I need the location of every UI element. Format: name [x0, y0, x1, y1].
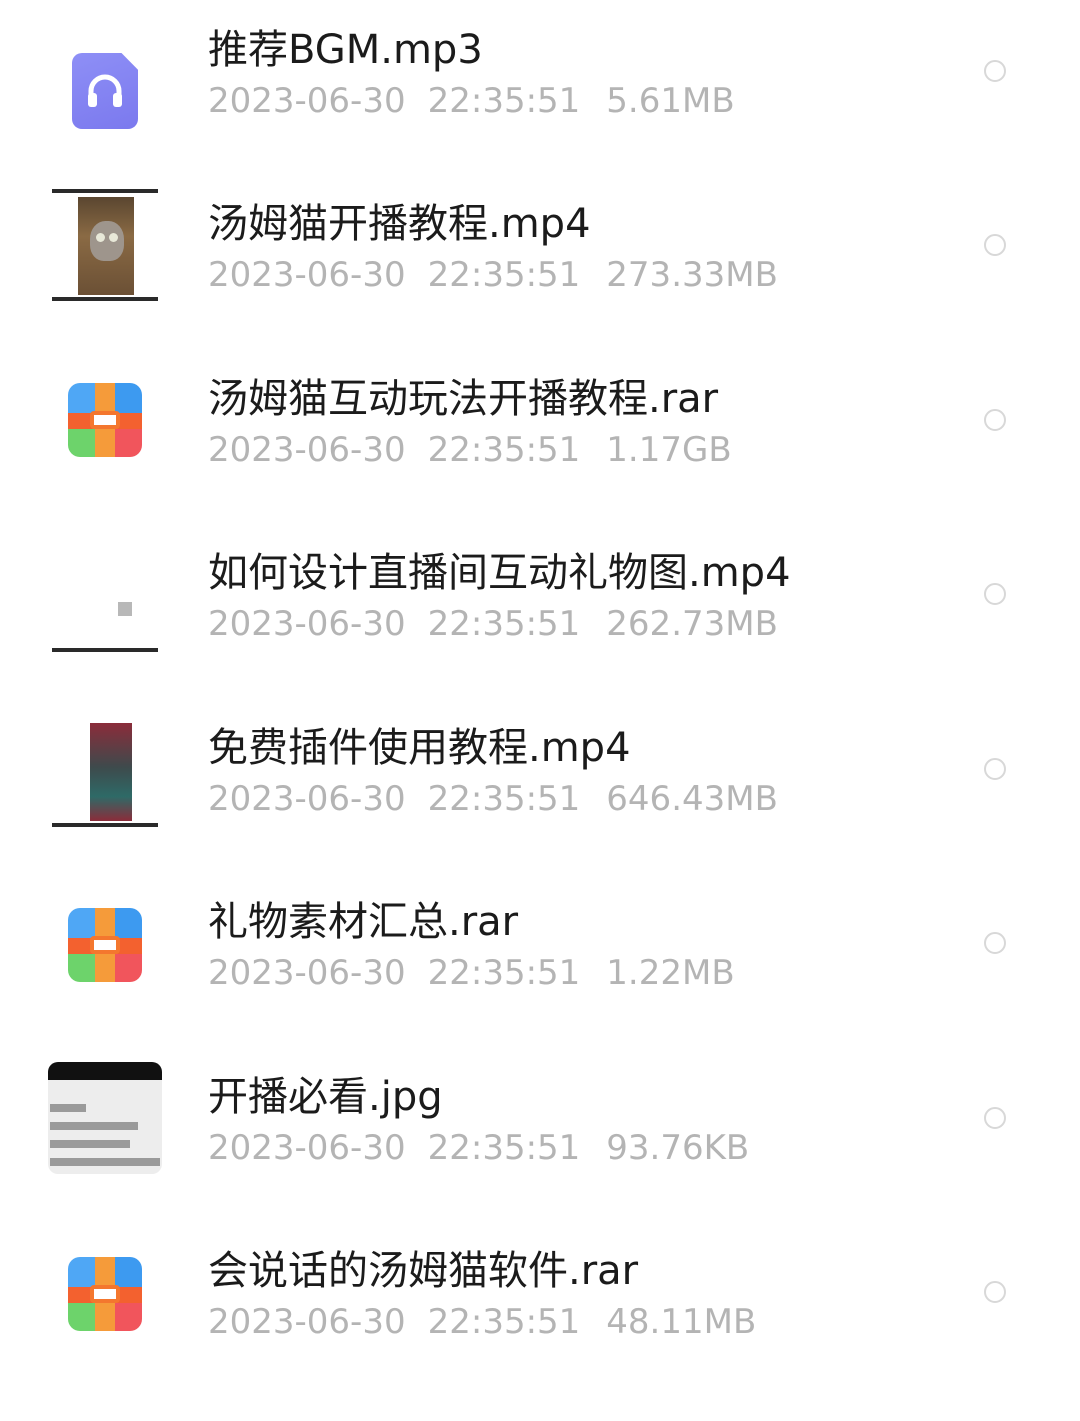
file-size: 48.11MB	[606, 1302, 757, 1342]
file-row[interactable]: 开播必看.jpg 2023-06-30 22:35:51 93.76KB	[0, 1062, 1080, 1247]
select-radio[interactable]	[984, 60, 1006, 82]
select-radio[interactable]	[984, 1281, 1006, 1303]
video-thumbnail	[46, 537, 164, 655]
file-size: 262.73MB	[606, 604, 778, 644]
file-list: 推荐BGM.mp3 2023-06-30 22:35:51 5.61MB 汤姆猫开播…	[0, 0, 1080, 1411]
file-size: 273.33MB	[606, 255, 778, 295]
file-date: 2023-06-30	[208, 779, 406, 819]
select-radio[interactable]	[984, 758, 1006, 780]
video-thumbnail	[46, 186, 164, 304]
file-row[interactable]: 免费插件使用教程.mp4 2023-06-30 22:35:51 646.43MB	[0, 715, 1080, 898]
file-date: 2023-06-30	[208, 604, 406, 644]
file-time: 22:35:51	[427, 430, 581, 470]
file-name: 开播必看.jpg	[208, 1074, 443, 1120]
archive-file-icon	[46, 886, 164, 1004]
file-name: 会说话的汤姆猫软件.rar	[208, 1248, 639, 1294]
archive-file-icon	[46, 361, 164, 479]
select-radio[interactable]	[984, 234, 1006, 256]
file-meta: 2023-06-30 22:35:51 5.61MB	[208, 81, 735, 121]
audio-file-icon	[46, 32, 164, 150]
file-name: 汤姆猫互动玩法开播教程.rar	[208, 376, 719, 422]
file-row[interactable]: 如何设计直播间互动礼物图.mp4 2023-06-30 22:35:51 262.7…	[0, 540, 1080, 723]
file-time: 22:35:51	[427, 1128, 581, 1168]
file-size: 646.43MB	[606, 779, 778, 819]
file-name: 推荐BGM.mp3	[208, 27, 483, 73]
file-size: 1.17GB	[606, 430, 732, 470]
file-row[interactable]: 汤姆猫互动玩法开播教程.rar 2023-06-30 22:35:51 1.17GB	[0, 375, 1080, 549]
file-row[interactable]: 汤姆猫开播教程.mp4 2023-06-30 22:35:51 273.33MB	[0, 189, 1080, 374]
file-name: 汤姆猫开播教程.mp4	[208, 201, 591, 247]
select-radio[interactable]	[984, 1107, 1006, 1129]
file-row[interactable]: 礼物素材汇总.rar 2023-06-30 22:35:51 1.22MB	[0, 898, 1080, 1072]
file-meta: 2023-06-30 22:35:51 93.76KB	[208, 1128, 749, 1168]
select-radio[interactable]	[984, 932, 1006, 954]
file-time: 22:35:51	[427, 779, 581, 819]
tom-cat-preview	[78, 197, 134, 295]
file-row[interactable]: 会说话的汤姆猫软件.rar 2023-06-30 22:35:51 48.11MB	[0, 1247, 1080, 1421]
gift-preview	[90, 723, 132, 821]
file-size: 93.76KB	[606, 1128, 750, 1168]
image-thumbnail	[46, 1059, 164, 1177]
file-time: 22:35:51	[427, 604, 581, 644]
file-meta: 2023-06-30 22:35:51 48.11MB	[208, 1302, 756, 1342]
file-size: 1.22MB	[606, 953, 735, 993]
file-size: 5.61MB	[606, 81, 735, 121]
file-time: 22:35:51	[427, 1302, 581, 1342]
file-meta: 2023-06-30 22:35:51 262.73MB	[208, 604, 778, 644]
file-time: 22:35:51	[427, 953, 581, 993]
file-date: 2023-06-30	[208, 1302, 406, 1342]
file-meta: 2023-06-30 22:35:51 273.33MB	[208, 255, 778, 295]
headphones-icon	[88, 74, 122, 107]
file-time: 22:35:51	[427, 81, 581, 121]
file-row[interactable]: 推荐BGM.mp3 2023-06-30 22:35:51 5.61MB	[0, 26, 1080, 200]
file-date: 2023-06-30	[208, 430, 406, 470]
file-date: 2023-06-30	[208, 953, 406, 993]
file-meta: 2023-06-30 22:35:51 646.43MB	[208, 779, 778, 819]
file-date: 2023-06-30	[208, 1128, 406, 1168]
file-date: 2023-06-30	[208, 255, 406, 295]
file-date: 2023-06-30	[208, 81, 406, 121]
select-radio[interactable]	[984, 583, 1006, 605]
archive-file-icon	[46, 1235, 164, 1353]
file-time: 22:35:51	[427, 255, 581, 295]
file-name: 如何设计直播间互动礼物图.mp4	[208, 550, 791, 596]
select-radio[interactable]	[984, 409, 1006, 431]
file-name: 免费插件使用教程.mp4	[208, 725, 631, 771]
file-name: 礼物素材汇总.rar	[208, 899, 519, 945]
file-meta: 2023-06-30 22:35:51 1.17GB	[208, 430, 732, 470]
file-meta: 2023-06-30 22:35:51 1.22MB	[208, 953, 735, 993]
video-thumbnail	[46, 712, 164, 830]
